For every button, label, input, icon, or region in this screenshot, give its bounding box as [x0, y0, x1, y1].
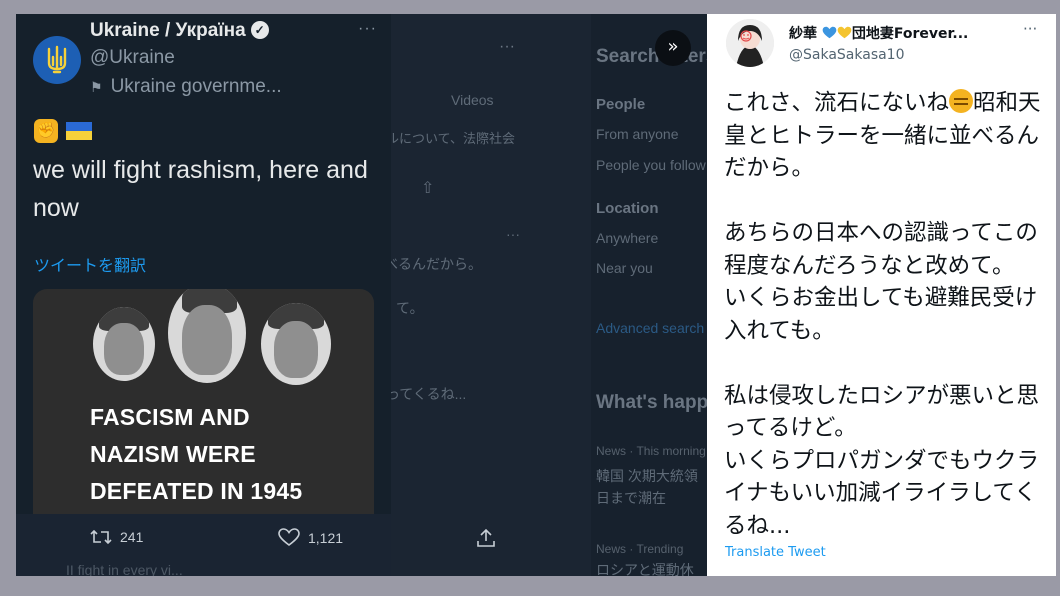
- image-caption-line: NAZISM WERE: [90, 441, 256, 467]
- display-name-text: Ukraine / Україна: [90, 20, 246, 41]
- display-name[interactable]: Ukraine / Україна ✓: [90, 20, 269, 42]
- background-news-meta: News · This morning: [596, 444, 706, 458]
- user-handle[interactable]: @Ukraine: [90, 47, 175, 69]
- background-news-title: ロシアと運動休: [596, 562, 694, 576]
- background-people-you-follow: People you follow: [596, 157, 706, 173]
- more-options-icon[interactable]: ···: [358, 20, 377, 38]
- expressionless-face-icon: [949, 89, 974, 113]
- background-snippet: ってくるね...: [386, 386, 467, 402]
- tweet-action-bar: 241 1,121: [16, 514, 495, 562]
- background-snippet: べるんだから。: [384, 256, 482, 272]
- translate-tweet-link[interactable]: ツイートを翻訳: [34, 252, 146, 276]
- background-snippet: て。: [396, 300, 424, 316]
- display-name-text: 紗華: [789, 26, 817, 42]
- share-icon: [477, 528, 495, 547]
- background-share-icon: ⇧: [421, 180, 435, 197]
- blue-heart-icon: [822, 26, 837, 39]
- ukraine-flag-icon: [66, 122, 92, 140]
- more-options-icon[interactable]: ···: [1023, 20, 1037, 38]
- tweet-text-part: これさ、流石にないね: [724, 90, 950, 116]
- background-advanced-search: Advanced search: [596, 320, 705, 336]
- japanese-tweet-card[interactable]: 紗華 団地妻Forever... @SakaSakasa10 ··· これさ、流…: [707, 14, 1056, 576]
- account-label-text: Ukraine governme...: [110, 76, 282, 97]
- background-from-anyone: From anyone: [596, 126, 679, 142]
- emoji-line: ✊: [34, 119, 92, 143]
- background-near-you: Near you: [596, 260, 653, 276]
- raised-fist-icon: ✊: [34, 119, 58, 143]
- yellow-heart-icon: [837, 26, 852, 39]
- heart-icon: [278, 528, 300, 547]
- portrait-image: [168, 289, 246, 383]
- portrait-image: [93, 307, 155, 381]
- flag-icon: ⚑: [90, 79, 103, 95]
- background-news-title: 韓国 次期大統領: [596, 468, 698, 484]
- expand-panel-button[interactable]: »: [655, 30, 691, 66]
- image-caption-line: FASCISM AND: [90, 404, 250, 430]
- avatar-illustration-icon: [726, 19, 774, 67]
- portrait-image: [261, 303, 331, 385]
- translate-tweet-link[interactable]: Translate Tweet: [725, 545, 826, 560]
- government-account-label: ⚑ Ukraine governme...: [90, 76, 282, 98]
- image-caption-line: DEFEATED IN 1945: [90, 478, 303, 504]
- background-more-icon: ···: [506, 226, 520, 242]
- background-news-meta: News · Trending: [596, 542, 684, 556]
- avatar[interactable]: [726, 19, 774, 67]
- like-count: 1,121: [308, 529, 344, 546]
- display-name[interactable]: 紗華 団地妻Forever...: [789, 23, 968, 43]
- tweet-text: we will fight rashism, here and now: [33, 156, 368, 222]
- background-more-icon: ···: [499, 38, 515, 55]
- ukraine-tweet-card[interactable]: Ukraine / Україна ✓ @Ukraine ⚑ Ukraine gov…: [16, 14, 391, 514]
- background-videos-tab: Videos: [451, 92, 494, 108]
- background-snippet: ルについて、法際社会: [386, 131, 515, 146]
- like-button[interactable]: 1,121: [278, 528, 343, 547]
- image-caption: FASCISM AND NAZISM WERE DEFEATED IN 1945: [90, 399, 302, 510]
- background-people-heading: People: [596, 96, 646, 113]
- retweet-count: 241: [120, 529, 144, 545]
- background-news-title: 日まで潮在: [596, 490, 666, 506]
- retweet-icon: [90, 529, 112, 545]
- background-location-heading: Location: [596, 200, 659, 217]
- background-anywhere: Anywhere: [596, 230, 659, 246]
- background-snippet: II fight in every vi...: [66, 562, 183, 576]
- tweet-image[interactable]: FASCISM AND NAZISM WERE DEFEATED IN 1945: [33, 289, 374, 514]
- retweet-button[interactable]: 241: [90, 528, 143, 546]
- verified-badge-icon: ✓: [250, 21, 269, 39]
- display-name-text: 団地妻Forever...: [851, 26, 969, 42]
- user-handle[interactable]: @SakaSakasa10: [789, 47, 905, 63]
- tweet-text-part: 昭和天皇とヒトラーを一緒に並べるんだから。 あちらの日本への認識ってこの程度なん…: [724, 90, 1041, 539]
- trident-icon: [47, 45, 67, 74]
- tweet-text: これさ、流石にないね 昭和天皇とヒトラーを一緒に並べるんだから。 あちらの日本への…: [724, 87, 1054, 542]
- share-button[interactable]: [476, 528, 496, 548]
- avatar[interactable]: [33, 36, 81, 84]
